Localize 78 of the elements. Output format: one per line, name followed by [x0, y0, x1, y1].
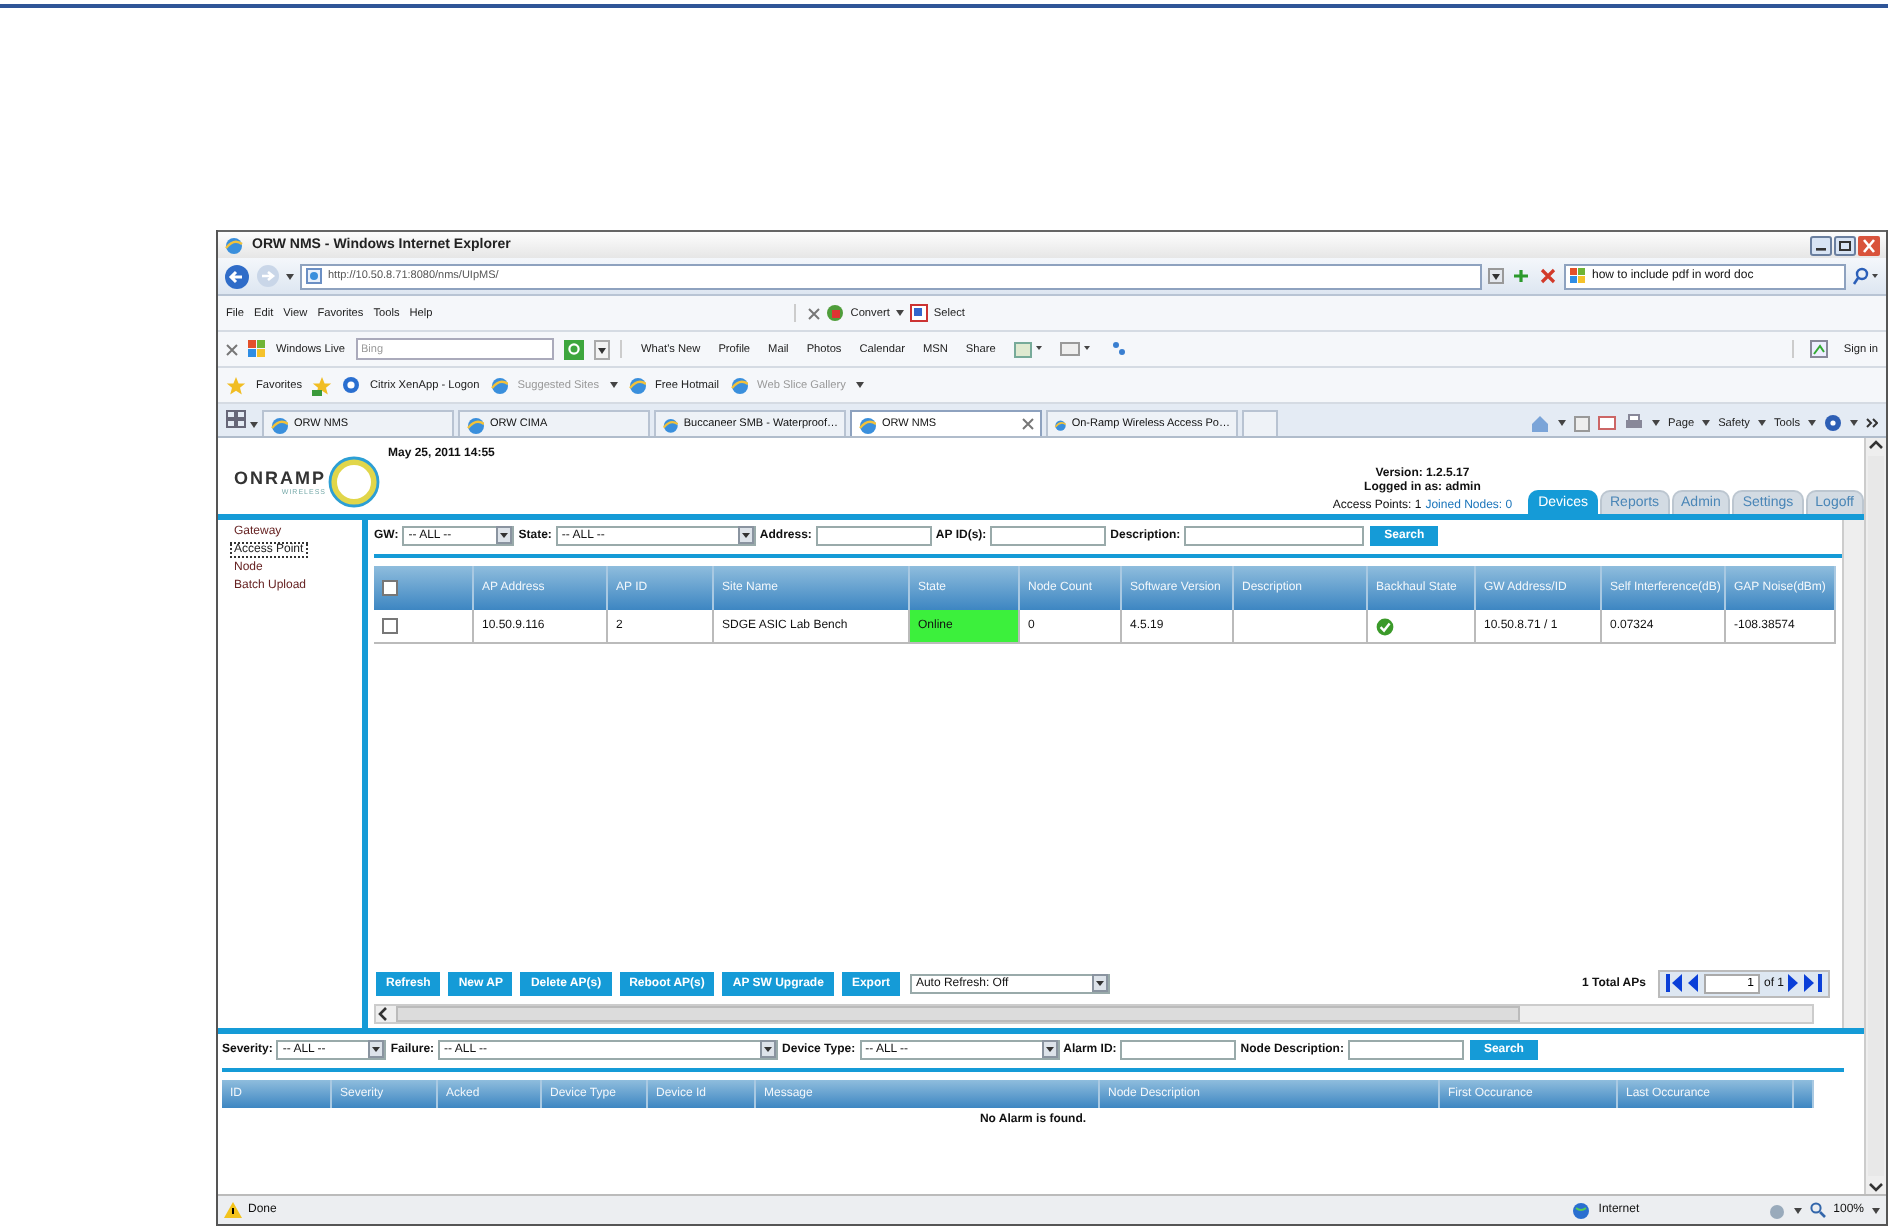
flag-icon — [1570, 268, 1586, 284]
close-icon[interactable] — [1858, 235, 1880, 255]
mail-icon[interactable] — [1598, 416, 1616, 430]
filter-input[interactable] — [815, 525, 932, 545]
caret-icon[interactable] — [250, 422, 258, 428]
page-icon — [306, 268, 322, 284]
browser-logo-icon — [224, 235, 244, 255]
add-favorite-icon[interactable] — [312, 375, 333, 395]
globe-icon — [1572, 1201, 1591, 1219]
caret-icon[interactable] — [1558, 420, 1566, 426]
caret-icon[interactable] — [1757, 420, 1766, 426]
dropdown-icon — [760, 1040, 777, 1058]
quick-tabs-icon[interactable] — [226, 410, 246, 428]
page-icon — [858, 415, 876, 433]
back-icon[interactable] — [224, 263, 250, 289]
scroll-down-icon[interactable] — [1868, 1178, 1884, 1194]
dropdown-icon — [1091, 974, 1108, 992]
warning-icon — [224, 1202, 242, 1218]
caret-icon[interactable] — [1652, 420, 1660, 426]
close-icon[interactable] — [808, 307, 821, 319]
search-icon[interactable] — [563, 339, 584, 359]
caret-icon[interactable] — [1702, 420, 1711, 426]
page-icon — [627, 376, 645, 394]
zoom-icon[interactable] — [1809, 1202, 1826, 1218]
minimize-icon[interactable] — [1810, 235, 1832, 255]
help-icon[interactable] — [1824, 414, 1842, 432]
caret-icon[interactable] — [1872, 1207, 1880, 1213]
filter-input[interactable] — [1347, 1039, 1464, 1059]
star-icon[interactable] — [226, 375, 246, 395]
caret-icon[interactable] — [895, 310, 904, 316]
page-icon — [729, 376, 748, 394]
stop-icon[interactable] — [1538, 266, 1558, 286]
select-icon — [909, 304, 928, 322]
scroll-left-icon[interactable] — [376, 1006, 392, 1022]
vertical-scrollbar[interactable] — [1864, 438, 1886, 1194]
dropdown-icon — [496, 526, 513, 544]
photo-share-icon[interactable] — [1013, 340, 1042, 358]
convert-icon — [826, 304, 845, 322]
horizontal-scrollbar[interactable] — [374, 1004, 1814, 1024]
dropdown-icon — [368, 1040, 385, 1058]
next-page-icon[interactable] — [1788, 974, 1800, 992]
search-icon[interactable] — [1852, 266, 1880, 286]
dropdown-icon — [737, 526, 754, 544]
close-icon[interactable] — [1022, 418, 1034, 430]
more-icon[interactable] — [1866, 418, 1878, 428]
printer-icon[interactable] — [1624, 414, 1644, 432]
ring-logo-icon — [328, 456, 380, 508]
caret-icon[interactable] — [1808, 420, 1816, 426]
first-page-icon[interactable] — [1665, 974, 1684, 992]
select-all-checkbox[interactable] — [382, 580, 398, 596]
page-icon — [1054, 415, 1066, 433]
row-checkbox[interactable] — [382, 618, 398, 634]
maximize-icon[interactable] — [1834, 235, 1856, 255]
mail-icon[interactable] — [1059, 340, 1092, 358]
page-icon — [466, 415, 484, 433]
vertical-scrollbar[interactable] — [1842, 520, 1864, 1028]
header-cell — [1794, 1080, 1814, 1108]
logo-text: ONRAMP — [234, 469, 326, 487]
page-icon — [489, 376, 508, 394]
dropdown-icon[interactable] — [1488, 268, 1504, 284]
scroll-up-icon[interactable] — [1868, 438, 1884, 454]
page-icon — [662, 415, 678, 433]
flag-icon — [248, 340, 266, 358]
dropdown-icon — [1041, 1040, 1058, 1058]
close-icon[interactable] — [226, 343, 238, 355]
people-icon[interactable] — [1109, 340, 1126, 358]
caret-icon[interactable] — [1793, 1207, 1802, 1213]
filter-input[interactable] — [1120, 1039, 1237, 1059]
caret-icon[interactable] — [286, 273, 294, 279]
last-page-icon[interactable] — [1804, 974, 1822, 992]
caret-icon[interactable] — [1850, 420, 1858, 426]
picture-icon[interactable] — [1809, 340, 1828, 358]
dropdown-icon[interactable] — [593, 339, 610, 359]
globe-icon — [342, 376, 361, 394]
feed-icon[interactable] — [1574, 415, 1590, 431]
page-icon — [270, 415, 288, 433]
filter-input[interactable] — [1184, 525, 1365, 545]
filter-input[interactable] — [990, 525, 1107, 545]
